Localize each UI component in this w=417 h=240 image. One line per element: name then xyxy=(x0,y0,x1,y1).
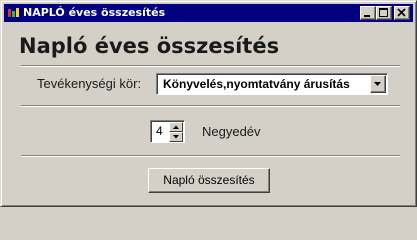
activity-label: Tevékenységi kör: xyxy=(37,76,142,91)
separator xyxy=(21,155,400,157)
quarter-increment-button[interactable] xyxy=(169,122,183,132)
activity-select[interactable]: Könyvelés,nyomtatvány árusítás xyxy=(156,73,388,95)
arrow-up-icon xyxy=(173,125,179,129)
quarter-stepper[interactable]: 4 xyxy=(150,120,185,143)
separator xyxy=(21,65,400,67)
separator xyxy=(21,105,400,107)
dropdown-button[interactable] xyxy=(370,75,386,93)
summary-button[interactable]: Napló összesítés xyxy=(148,168,270,193)
quarter-value: 4 xyxy=(156,124,163,138)
chevron-down-icon xyxy=(374,82,381,86)
activity-select-value: Könyvelés,nyomtatvány árusítás xyxy=(163,77,350,91)
arrow-down-icon xyxy=(173,135,179,139)
page-title: Napló éves összesítés xyxy=(19,34,280,58)
app-window: NAPLÓ éves összesítés Napló éves összesí… xyxy=(0,0,417,207)
summary-form: Napló éves összesítés Tevékenységi kör: … xyxy=(1,1,417,208)
quarter-label: Negyedév xyxy=(202,124,261,139)
quarter-decrement-button[interactable] xyxy=(169,132,183,142)
